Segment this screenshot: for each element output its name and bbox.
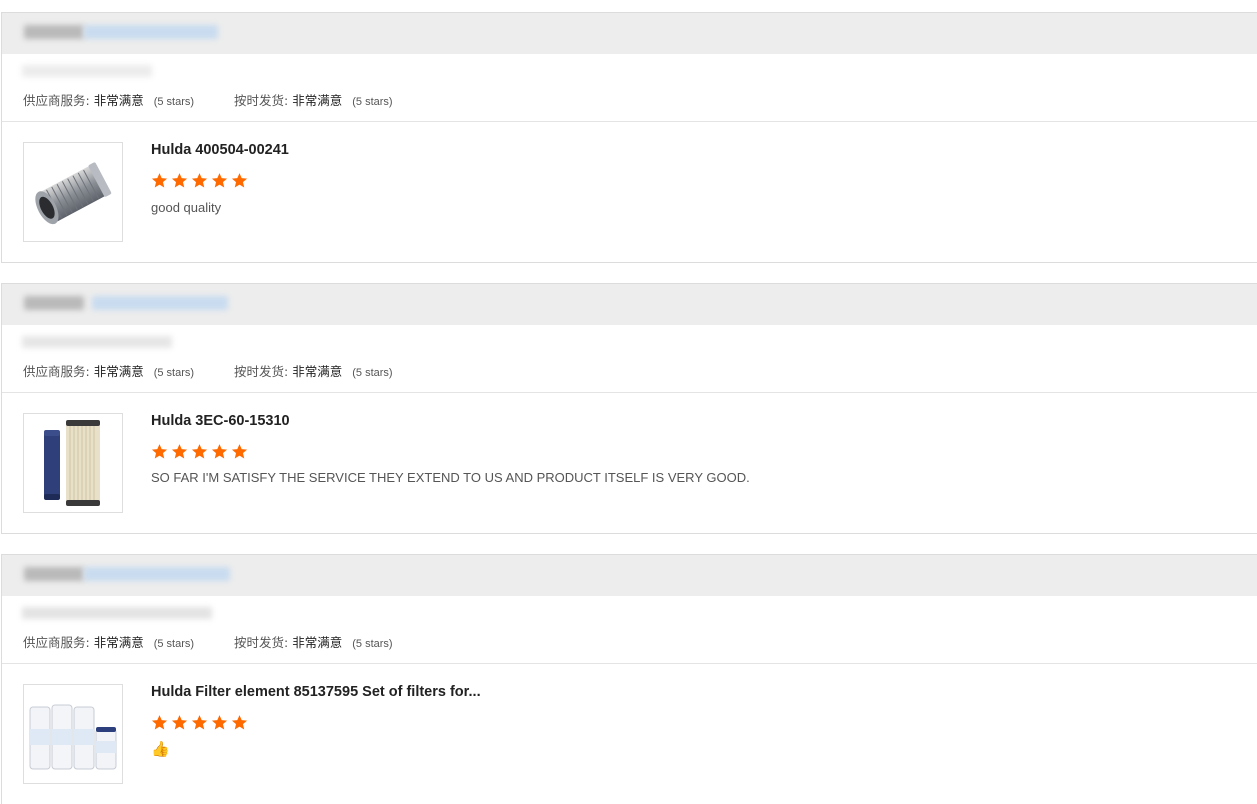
- product-thumbnail[interactable]: [23, 413, 123, 513]
- star-icon: [231, 444, 248, 459]
- divider: [2, 121, 1257, 122]
- review-date-blurred: [22, 336, 172, 348]
- product-star-rating: [151, 443, 248, 460]
- on-time-delivery-rating: 按时发货: 非常满意 (5 stars): [234, 361, 393, 380]
- star-icon: [231, 715, 248, 730]
- star-icon: [171, 173, 188, 188]
- star-icon: [171, 715, 188, 730]
- supplier-service-rating: 供应商服务: 非常满意 (5 stars): [23, 632, 194, 651]
- product-star-rating: [151, 172, 248, 189]
- review-date-blurred: [22, 65, 152, 77]
- air-filter-pair-image: [44, 420, 100, 506]
- reviewer-avatar-blurred: [24, 25, 84, 39]
- supplier-service-value: 非常满意: [93, 93, 144, 108]
- reviewer-header: [2, 284, 1257, 325]
- review-card: 供应商服务: 非常满意 (5 stars) 按时发货: 非常满意 (5 star…: [1, 283, 1257, 534]
- star-icon: [151, 715, 168, 730]
- reviewer-header: [2, 13, 1257, 54]
- on-time-delivery-label: 按时发货:: [234, 635, 289, 650]
- supplier-ratings: 供应商服务: 非常满意 (5 stars) 按时发货: 非常满意 (5 star…: [23, 632, 393, 651]
- reviewer-avatar-blurred: [24, 296, 84, 310]
- product-title[interactable]: Hulda 400504-00241: [151, 142, 289, 158]
- reviewer-avatar-blurred: [24, 567, 84, 581]
- supplier-service-rating: 供应商服务: 非常满意 (5 stars): [23, 361, 194, 380]
- on-time-delivery-stars: (5 stars): [352, 96, 393, 108]
- star-icon: [231, 173, 248, 188]
- star-icon: [151, 444, 168, 459]
- supplier-ratings: 供应商服务: 非常满意 (5 stars) 按时发货: 非常满意 (5 star…: [23, 90, 393, 109]
- on-time-delivery-value: 非常满意: [292, 93, 343, 108]
- product-thumbnail[interactable]: [23, 684, 123, 784]
- supplier-service-stars: (5 stars): [153, 367, 195, 379]
- reviewer-name-blurred: [92, 296, 228, 310]
- divider: [2, 392, 1257, 393]
- on-time-delivery-label: 按时发货:: [234, 364, 289, 379]
- star-icon: [191, 444, 208, 459]
- supplier-service-rating: 供应商服务: 非常满意 (5 stars): [23, 90, 194, 109]
- on-time-delivery-stars: (5 stars): [352, 367, 393, 379]
- star-icon: [171, 444, 188, 459]
- supplier-service-stars: (5 stars): [153, 638, 195, 650]
- reviewer-header: [2, 555, 1257, 596]
- star-icon: [211, 173, 228, 188]
- product-title[interactable]: Hulda Filter element 85137595 Set of fil…: [151, 684, 481, 700]
- reviewer-name-blurred: [84, 567, 230, 581]
- product-star-rating: [151, 714, 248, 731]
- star-icon: [211, 715, 228, 730]
- supplier-service-value: 非常满意: [93, 364, 144, 379]
- on-time-delivery-label: 按时发货:: [234, 93, 289, 108]
- supplier-service-label: 供应商服务:: [23, 364, 90, 379]
- star-icon: [211, 444, 228, 459]
- on-time-delivery-rating: 按时发货: 非常满意 (5 stars): [234, 90, 393, 109]
- cylindrical-filter-image: [35, 162, 112, 225]
- review-comment: SO FAR I'M SATISFY THE SERVICE THEY EXTE…: [151, 470, 750, 485]
- on-time-delivery-stars: (5 stars): [352, 638, 393, 650]
- product-thumbnail[interactable]: [23, 142, 123, 242]
- supplier-service-label: 供应商服务:: [23, 93, 90, 108]
- on-time-delivery-value: 非常满意: [292, 635, 343, 650]
- supplier-service-value: 非常满意: [93, 635, 144, 650]
- review-comment: good quality: [151, 200, 222, 215]
- divider: [2, 663, 1257, 664]
- star-icon: [191, 173, 208, 188]
- supplier-service-label: 供应商服务:: [23, 635, 90, 650]
- filter-set-image: [29, 704, 117, 770]
- review-comment: 👍: [151, 741, 170, 758]
- review-card: 供应商服务: 非常满意 (5 stars) 按时发货: 非常满意 (5 star…: [1, 554, 1257, 804]
- star-icon: [191, 715, 208, 730]
- reviewer-name-blurred: [84, 25, 218, 39]
- supplier-service-stars: (5 stars): [153, 96, 195, 108]
- supplier-ratings: 供应商服务: 非常满意 (5 stars) 按时发货: 非常满意 (5 star…: [23, 361, 393, 380]
- on-time-delivery-rating: 按时发货: 非常满意 (5 stars): [234, 632, 393, 651]
- product-title[interactable]: Hulda 3EC-60-15310: [151, 413, 290, 429]
- star-icon: [151, 173, 168, 188]
- review-card: 供应商服务: 非常满意 (5 stars) 按时发货: 非常满意 (5 star…: [1, 12, 1257, 263]
- on-time-delivery-value: 非常满意: [292, 364, 343, 379]
- review-date-blurred: [22, 607, 212, 619]
